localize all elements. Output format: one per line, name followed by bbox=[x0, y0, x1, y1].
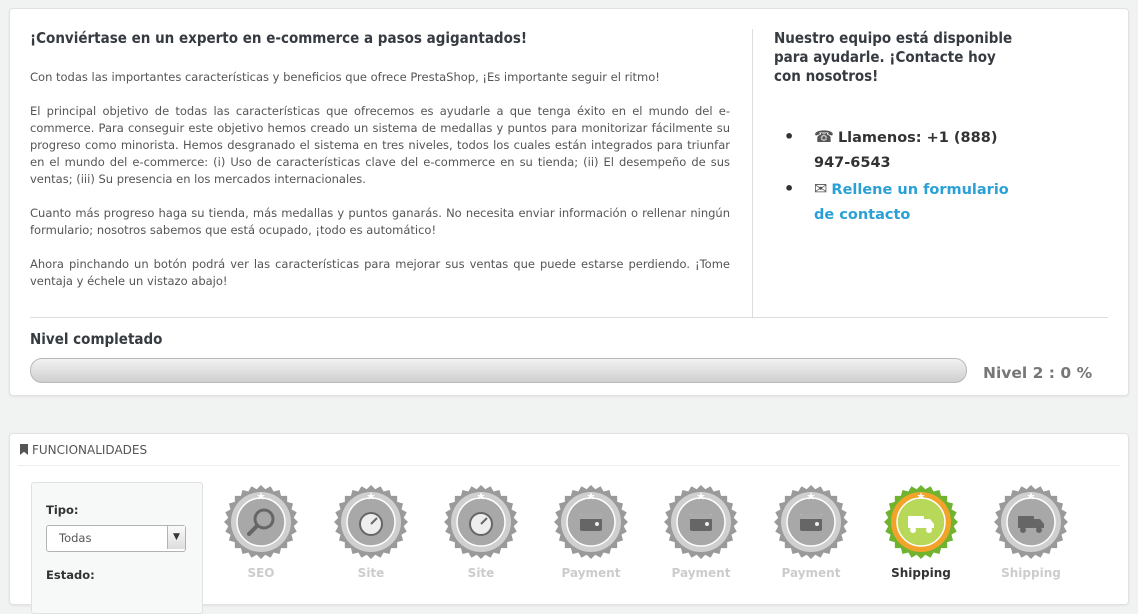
intro-panel: ¡Conviértase en un experto en e-commerce… bbox=[9, 8, 1129, 396]
state-label: Estado: bbox=[46, 568, 95, 582]
badge-label: Payment bbox=[781, 566, 841, 580]
intro-paragraph: Ahora pinchando un botón podrá ver las c… bbox=[30, 257, 730, 288]
badge-payment[interactable]: Payment bbox=[541, 484, 641, 580]
contact-phone: Llamenos: +1 (888) 947-6543 bbox=[814, 130, 998, 171]
badge-label: Shipping bbox=[1001, 566, 1061, 580]
badge-label: SEO bbox=[247, 566, 275, 580]
level-title: Nivel completado bbox=[30, 330, 163, 348]
contact-form-link[interactable]: Rellene un formulario de contacto bbox=[814, 182, 1009, 223]
badge-label: Shipping bbox=[891, 566, 951, 580]
badge-site[interactable]: Site bbox=[431, 484, 531, 580]
intro-paragraph: El principal objetivo de todas las carac… bbox=[30, 104, 730, 186]
features-panel: FUNCIONALIDADES Tipo: Todas ▼ Estado: SE… bbox=[9, 433, 1129, 614]
features-heading-label: FUNCIONALIDADES bbox=[32, 443, 148, 457]
features-divider bbox=[18, 465, 1120, 466]
badge-site[interactable]: Site bbox=[321, 484, 421, 580]
wallet-icon bbox=[554, 485, 628, 559]
badge-label: Payment bbox=[671, 566, 731, 580]
wallet-icon bbox=[664, 485, 738, 559]
badge-shipping[interactable]: Shipping bbox=[981, 484, 1081, 580]
envelope-icon: ✉ bbox=[814, 179, 828, 198]
badge-label: Payment bbox=[561, 566, 621, 580]
badge-filter: Tipo: Todas ▼ Estado: bbox=[31, 482, 203, 614]
type-select-value: Todas bbox=[59, 531, 92, 545]
contact-column: Nuestro equipo está disponible para ayud… bbox=[774, 29, 1014, 228]
badge-payment[interactable]: Payment bbox=[761, 484, 861, 580]
level-value: Nivel 2 : 0 % bbox=[983, 364, 1093, 382]
intro-paragraph: Cuanto más progreso haga su tienda, más … bbox=[30, 206, 730, 237]
contact-list: ☎Llamenos: +1 (888) 947-6543 ✉Rellene un… bbox=[784, 124, 1014, 228]
badge-shipping[interactable]: Shipping bbox=[871, 484, 971, 580]
badge-label: Site bbox=[467, 566, 495, 580]
features-heading: FUNCIONALIDADES bbox=[20, 443, 147, 457]
contact-phone-item: ☎Llamenos: +1 (888) 947-6543 bbox=[784, 124, 1014, 176]
gauge-icon bbox=[444, 485, 518, 559]
phone-icon: ☎ bbox=[814, 127, 834, 146]
badge-label: Site bbox=[357, 566, 385, 580]
contact-title: Nuestro equipo está disponible para ayud… bbox=[774, 29, 1013, 85]
badge-seo[interactable]: SEO bbox=[211, 484, 311, 580]
type-select[interactable]: Todas ▼ bbox=[46, 525, 186, 552]
chevron-down-icon[interactable]: ▼ bbox=[167, 526, 185, 549]
intro-paragraph: Con todas las importantes característica… bbox=[30, 70, 660, 84]
truck-icon bbox=[884, 485, 958, 559]
intro-text-column: ¡Conviértase en un experto en e-commerce… bbox=[30, 29, 730, 307]
magnifier-icon bbox=[224, 485, 298, 559]
badge-payment[interactable]: Payment bbox=[651, 484, 751, 580]
level-progress-bar bbox=[30, 358, 967, 383]
wallet-icon bbox=[774, 485, 848, 559]
type-label: Tipo: bbox=[46, 503, 79, 517]
intro-title: ¡Conviértase en un experto en e-commerce… bbox=[30, 29, 528, 47]
section-divider bbox=[30, 317, 1108, 318]
gauge-icon bbox=[334, 485, 408, 559]
truck-icon bbox=[994, 485, 1068, 559]
column-divider bbox=[752, 29, 753, 317]
contact-form-item: ✉Rellene un formulario de contacto bbox=[784, 176, 1014, 228]
bookmark-icon bbox=[20, 444, 28, 455]
